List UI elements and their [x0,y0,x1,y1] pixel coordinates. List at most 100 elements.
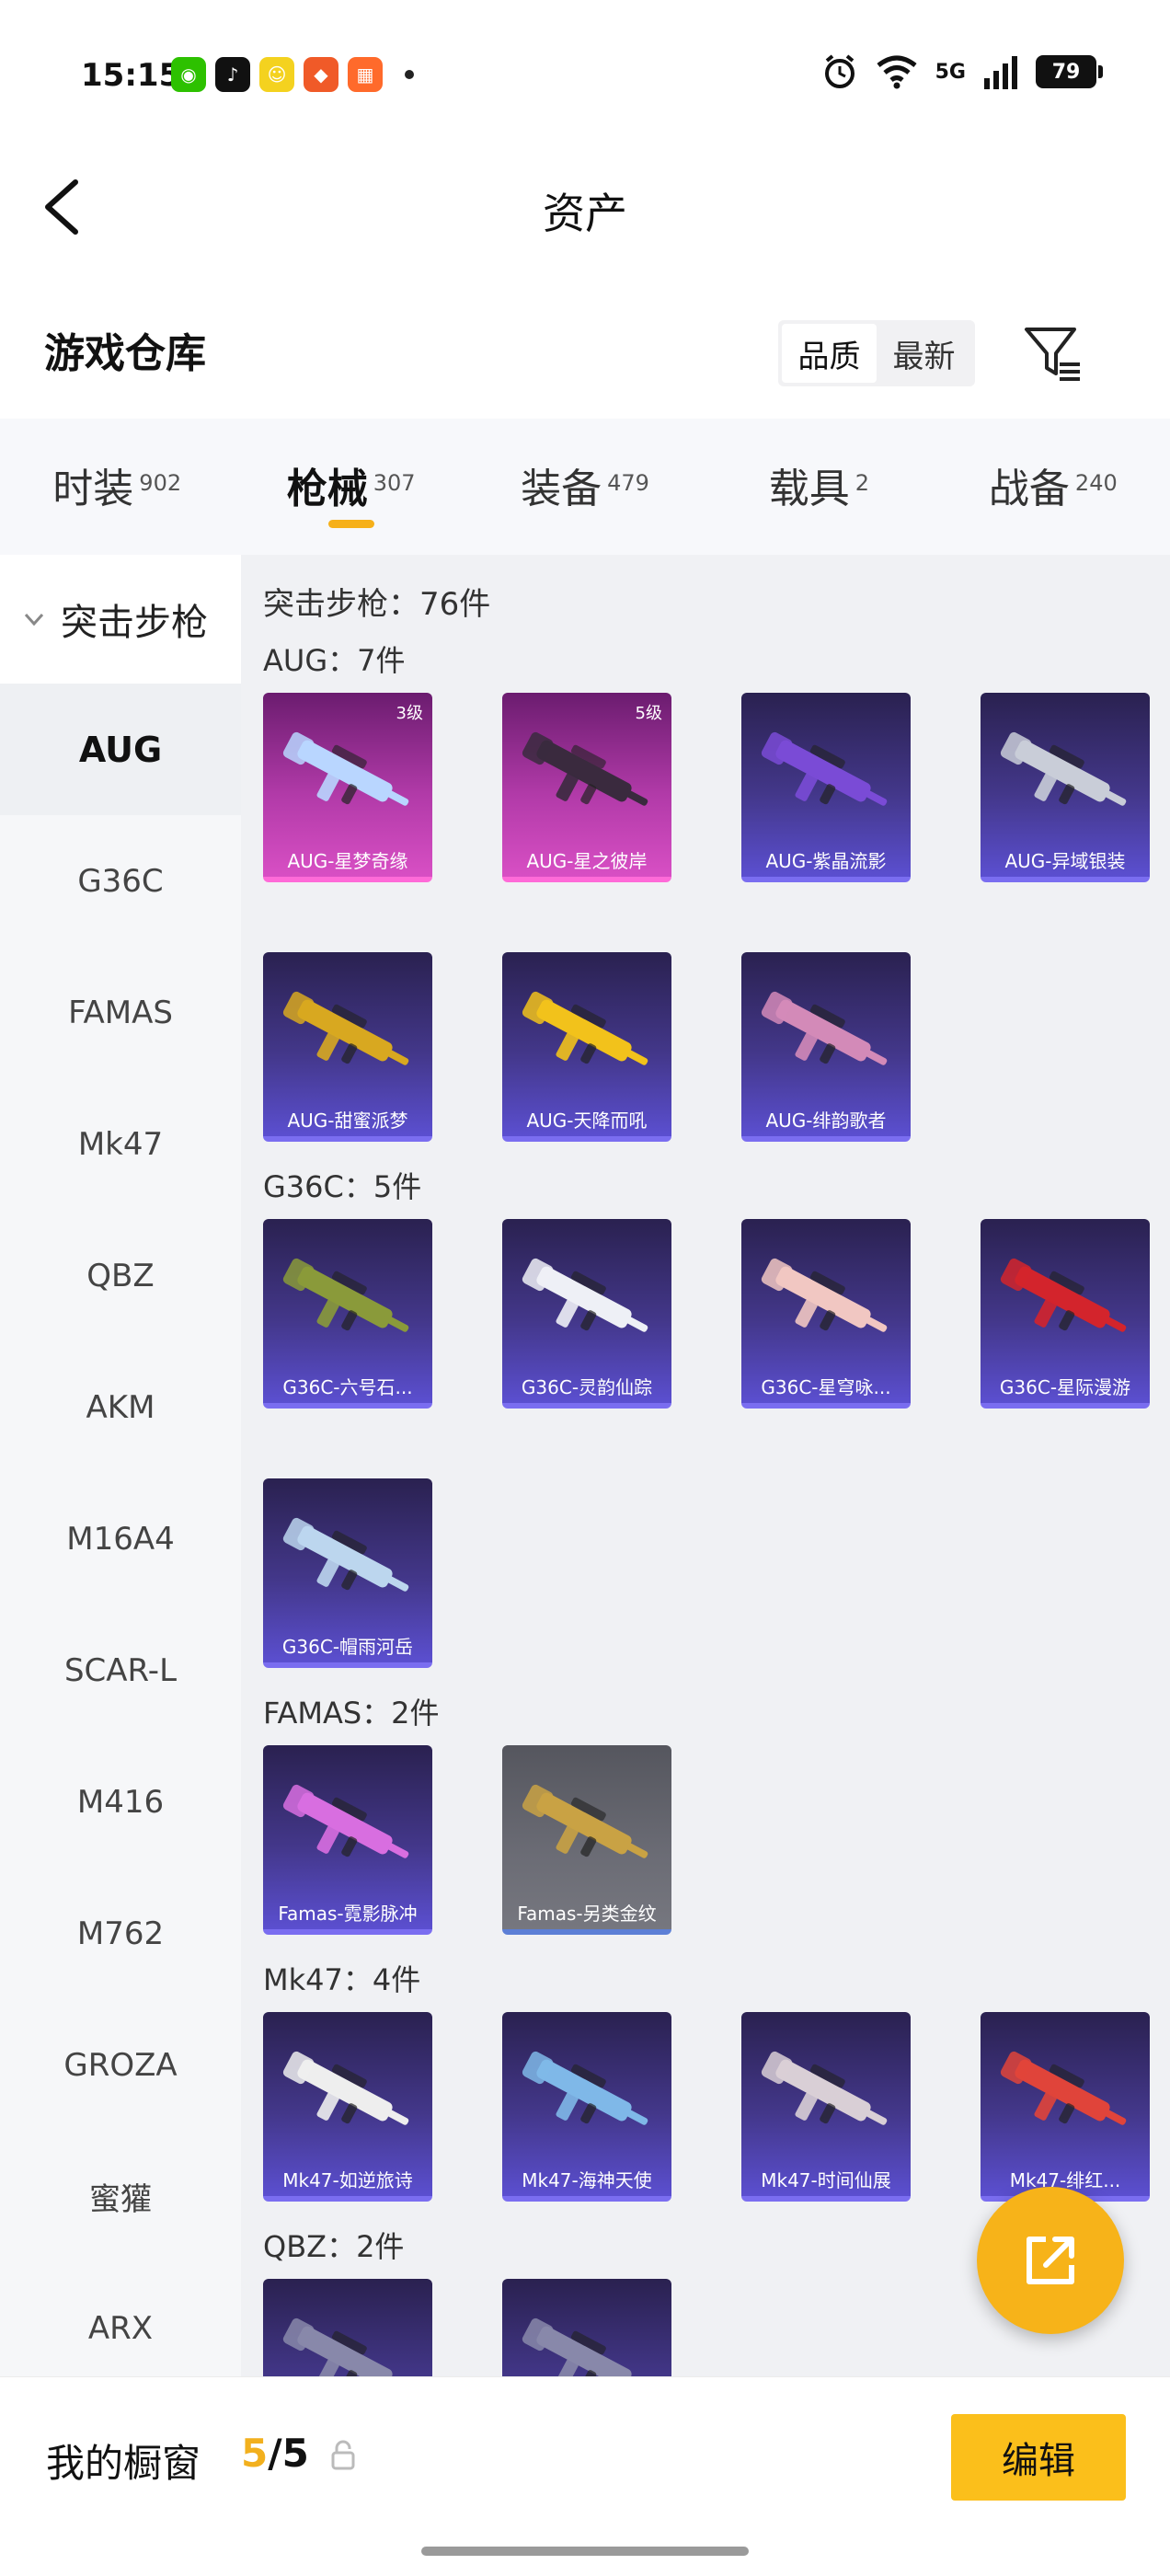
tab-0[interactable]: 时装 902 [0,419,234,555]
sidebar-item[interactable]: QBZ [0,1210,241,1341]
weapon-name: G36C-六号石... [282,1376,413,1398]
external-link-icon [1027,2237,1074,2284]
weapon-name: G36C-星际漫游 [999,1376,1131,1398]
subcategory-sidebar: 突击步枪 AUG G36C FAMAS Mk47 QBZ AKM M16A4 SCAR-L M4… [0,555,241,2376]
sidebar-item[interactable]: GROZA [0,1999,241,2131]
weapon-card[interactable]: AUG-天降而吼 [502,952,671,1142]
weapon-skin-image [522,1784,648,1858]
weapon-card[interactable]: Famas-另类金纹 [502,1745,671,1935]
sidebar-item[interactable]: AUG [0,684,241,815]
weapon-group: AUG：7件 3级 AUG-星梦奇缘 5级 AUG-星之彼岸 AUG-紫晶流影 AUG-异域… [263,638,1170,1142]
weapon-skin-image [761,1258,888,1332]
weapon-skin-image [1000,1258,1127,1332]
signal-icon [984,56,1017,89]
sidebar-item[interactable]: Mk47 [0,1078,241,1210]
weapon-card[interactable]: Mk47-绯红... [981,2012,1150,2202]
weapon-card[interactable]: Mk47-海神天使 [502,2012,671,2202]
tab-count: 240 [1074,470,1118,496]
sidebar-item[interactable]: AKM [0,1341,241,1473]
tab-count: 479 [607,470,649,496]
sidebar-category-header[interactable]: 突击步枪 [0,555,241,684]
network-type: 5G [935,60,966,84]
weapon-card[interactable]: G36C-灵韵仙踪 [502,1219,671,1409]
weapon-card[interactable]: G36C-帽雨河岳 [263,1478,432,1668]
weapon-name: AUG-天降而吼 [526,1110,648,1132]
weapon-group: Mk47：4件 Mk47-如逆旅诗 Mk47-海神天使 Mk47-时间仙展 Mk47-绯… [263,1957,1170,2202]
weapon-card[interactable]: AUG-甜蜜派梦 [263,952,432,1142]
share-fab[interactable] [977,2187,1124,2334]
weapon-card[interactable]: Mk47-如逆旅诗 [263,2012,432,2202]
weapon-card[interactable]: 3级 AUG-星梦奇缘 [263,693,432,882]
battery-level: 79 [1051,60,1081,84]
alarm-icon [824,54,855,88]
weapon-skin-image [761,731,888,806]
sidebar-item[interactable]: FAMAS [0,947,241,1078]
edit-button[interactable]: 编辑 [951,2414,1126,2501]
weapon-card[interactable]: Mk47-时间仙展 [741,2012,911,2202]
battery-indicator: 79 [1036,55,1103,88]
tab-3[interactable]: 载具 2 [702,419,935,555]
weapon-name: Famas-另类金纹 [517,1903,657,1925]
app-orange-icon: ◆ [304,57,338,92]
page-title: 资产 [543,189,627,238]
tab-count: 2 [855,470,870,496]
weapon-name: G36C-星穹咏... [761,1376,891,1398]
weapon-skin-image [522,1258,648,1332]
weapon-group: FAMAS：2件 Famas-霓影脉冲 Famas-另类金纹 [263,1690,1170,1935]
weapon-skin-image [282,2317,409,2376]
status-time: 15:15 [81,57,181,94]
weapon-skin-image [1000,2051,1127,2125]
tab-label: 时装 [52,466,134,512]
weapon-card[interactable]: G36C-六号石... [263,1219,432,1409]
weapon-card[interactable]: AUG-绯韵歌者 [741,952,911,1142]
weapon-group-label: G36C：5件 [263,1169,422,1204]
weapon-group-label: Mk47：4件 [263,1962,421,1997]
weapon-card[interactable] [263,2279,432,2376]
sort-quality-button[interactable]: 品质 [782,324,877,383]
sidebar-item[interactable]: 蜜獾 [0,2131,241,2262]
sidebar-item[interactable]: ARX [0,2262,241,2376]
filter-icon[interactable] [1023,320,1082,386]
sidebar-item[interactable]: G36C [0,815,241,947]
more-notifications-icon [405,70,414,79]
sort-toggle: 品质 最新 [778,320,975,386]
weapon-grid: G36C-六号石... G36C-灵韵仙踪 G36C-星穹咏... G36C-星际漫游… [263,1219,1170,1668]
tab-4[interactable]: 战备 240 [936,419,1170,555]
tab-1[interactable]: 枪械 307 [234,419,467,555]
chevron-down-icon [24,613,44,627]
weapon-card[interactable]: AUG-异域银装 [981,693,1150,882]
tab-count: 902 [139,470,182,496]
weapon-grid: Mk47-如逆旅诗 Mk47-海神天使 Mk47-时间仙展 Mk47-绯红... [263,2012,1170,2202]
weapon-name: G36C-帽雨河岳 [281,1636,414,1658]
weapon-skin-image [761,991,888,1065]
weapon-name: Mk47-如逆旅诗 [282,2169,413,2191]
sidebar-item[interactable]: SCAR-L [0,1604,241,1736]
tab-2[interactable]: 装备 479 [468,419,702,555]
weapon-skin-image [522,991,648,1065]
category-tabs: 时装 902 枪械 307 装备 479 载具 2 战备 240 [0,419,1170,555]
weapon-name: AUG-星梦奇缘 [287,850,408,872]
tab-label: 装备 [521,466,602,512]
weapon-card[interactable]: G36C-星穹咏... [741,1219,911,1409]
weapon-name: Mk47-时间仙展 [761,2169,891,2191]
weapon-skin-image [282,991,409,1065]
sidebar-item[interactable]: M762 [0,1868,241,1999]
weapon-skin-image [282,1784,409,1858]
weapon-card[interactable]: Famas-霓影脉冲 [263,1745,432,1935]
sort-newest-button[interactable]: 最新 [877,324,971,383]
sidebar-item[interactable]: M416 [0,1736,241,1868]
weapon-card[interactable]: G36C-星际漫游 [981,1219,1150,1409]
weapon-card[interactable] [502,2279,671,2376]
showcase-current: 5 [241,2431,269,2476]
tab-label: 载具 [768,466,850,512]
weapon-card[interactable]: AUG-紫晶流影 [741,693,911,882]
app-yellow-icon: ☺ [259,57,294,92]
sidebar-item[interactable]: M16A4 [0,1473,241,1604]
weapon-card[interactable]: 5级 AUG-星之彼岸 [502,693,671,882]
weapon-name: AUG-紫晶流影 [765,850,887,872]
wechat-icon: ◉ [171,57,206,92]
weapon-name: AUG-异域银装 [1004,850,1126,872]
weapon-group: G36C：5件 G36C-六号石... G36C-灵韵仙踪 G36C-星穹咏... G3… [263,1164,1170,1668]
weapon-name: AUG-星之彼岸 [526,850,648,872]
warehouse-toolbar: 游戏仓库 品质 最新 [0,267,1170,414]
